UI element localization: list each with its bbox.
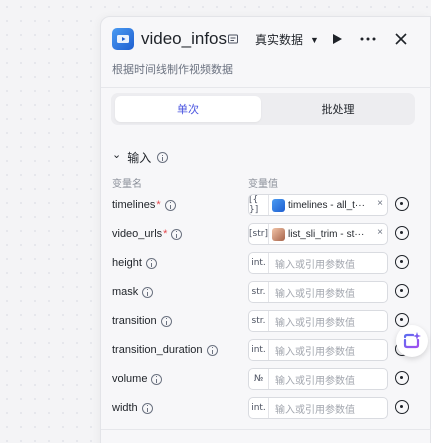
clear-icon[interactable]: × [377, 198, 383, 209]
node-avatar-icon [272, 227, 285, 241]
param-name: video_urls * [112, 228, 183, 240]
param-input[interactable]: 输入或引用参数值 [269, 401, 355, 416]
data-mode-label: 真实数据 [255, 33, 304, 47]
reference-target-icon[interactable] [395, 226, 409, 240]
close-button[interactable] [391, 29, 411, 49]
param-row-volume: volume № 输入或引用参数值 [101, 368, 431, 392]
param-row-transition-duration: transition_duration int. 输入或引用参数值 [101, 339, 431, 363]
param-row-width: width int. 输入或引用参数值 [101, 397, 431, 421]
close-icon [395, 33, 407, 45]
play-icon [333, 34, 342, 44]
param-row-mask: mask str. 输入或引用参数值 [101, 281, 431, 305]
info-icon[interactable] [157, 152, 169, 163]
type-tag: int. [249, 253, 269, 273]
info-icon[interactable] [141, 402, 153, 414]
param-input[interactable]: 输入或引用参数值 [269, 372, 355, 387]
node-type-icon [272, 198, 285, 212]
reference-target-icon[interactable] [395, 400, 409, 414]
info-icon[interactable] [206, 344, 218, 356]
param-value-field[interactable]: int. 输入或引用参数值 [248, 252, 388, 274]
data-mode-select[interactable]: 真实数据 ▼ [255, 31, 319, 48]
chevron-down-icon: ⌄ [112, 149, 122, 161]
required-mark: * [163, 228, 168, 240]
param-input[interactable]: 输入或引用参数值 [269, 256, 355, 271]
type-tag: int. [249, 340, 269, 360]
param-value-field[interactable]: str. 输入或引用参数值 [248, 281, 388, 303]
param-input[interactable]: 输入或引用参数值 [269, 343, 355, 358]
param-row-transition: transition str. 输入或引用参数值 [101, 310, 431, 334]
reference-target-icon[interactable] [395, 284, 409, 298]
tab-batch[interactable]: 批处理 [265, 96, 411, 122]
ai-sparkle-icon [403, 332, 421, 349]
param-input[interactable]: 输入或引用参数值 [269, 285, 355, 300]
param-name: width [112, 402, 153, 414]
param-value-field[interactable]: str. 输入或引用参数值 [248, 310, 388, 332]
more-icon [360, 37, 376, 41]
panel-header: video_infos 真实数据 ▼ 根据时间线制作视频数据 [101, 17, 431, 87]
column-header-value: 变量值 [248, 179, 278, 190]
clear-icon[interactable]: × [377, 227, 383, 238]
info-icon[interactable] [142, 286, 154, 298]
param-row-height: height int. 输入或引用参数值 [101, 252, 431, 276]
ai-assistant-button[interactable] [396, 325, 428, 357]
column-header-name: 变量名 [112, 179, 142, 190]
param-value-field[interactable]: № 输入或引用参数值 [248, 368, 388, 390]
info-icon[interactable] [160, 315, 172, 327]
reference-target-icon[interactable] [395, 371, 409, 385]
type-tag: [str] [249, 224, 269, 244]
run-mode-tabs: 单次 批处理 [111, 93, 415, 125]
param-name: timelines * [112, 199, 176, 211]
info-icon[interactable] [164, 199, 176, 211]
param-value-field[interactable]: int. 输入或引用参数值 [248, 397, 388, 419]
reference-chip[interactable]: list_sli_trim - st··· [269, 227, 364, 241]
reference-target-icon[interactable] [395, 255, 409, 269]
type-tag: str. [249, 282, 269, 302]
param-name: volume [112, 373, 163, 385]
reference-target-icon[interactable] [395, 197, 409, 211]
node-title[interactable]: video_infos [141, 29, 227, 49]
chevron-down-icon: ▼ [310, 34, 319, 45]
param-value-field[interactable]: [str] list_sli_trim - st··· × [248, 223, 388, 245]
info-icon[interactable] [171, 228, 183, 240]
required-mark: * [156, 199, 161, 211]
node-config-panel: video_infos 真实数据 ▼ 根据时间线制作视频数据 单次 批处理 ⌄ … [100, 16, 431, 443]
type-tag: str. [249, 311, 269, 331]
section-title: 输入 [127, 151, 152, 165]
header-divider [101, 87, 431, 88]
node-type-icon [112, 28, 134, 50]
param-value-field[interactable]: int. 输入或引用参数值 [248, 339, 388, 361]
param-row-timelines: timelines * [{ }] timelines - all_t··· × [101, 194, 431, 218]
param-input[interactable]: 输入或引用参数值 [269, 314, 355, 329]
input-section-header[interactable]: ⌄ 输入 [112, 149, 169, 166]
type-tag: [{ }] [249, 195, 269, 215]
more-button[interactable] [358, 29, 378, 49]
tab-single[interactable]: 单次 [115, 96, 261, 122]
param-name: height [112, 257, 157, 269]
info-icon[interactable] [151, 373, 163, 385]
reference-chip[interactable]: timelines - all_t··· [269, 198, 365, 212]
param-value-field[interactable]: [{ }] timelines - all_t··· × [248, 194, 388, 216]
run-button[interactable] [327, 29, 347, 49]
param-name: mask [112, 286, 154, 298]
info-icon[interactable] [145, 257, 157, 269]
param-row-video-urls: video_urls * [str] list_sli_trim - st··· × [101, 223, 431, 247]
type-tag: int. [249, 398, 269, 418]
param-name: transition_duration [112, 344, 218, 356]
edit-title-icon[interactable] [227, 32, 239, 44]
node-description: 根据时间线制作视频数据 [112, 64, 233, 76]
footer-divider [101, 429, 431, 430]
type-tag: № [249, 369, 269, 389]
param-name: transition [112, 315, 172, 327]
